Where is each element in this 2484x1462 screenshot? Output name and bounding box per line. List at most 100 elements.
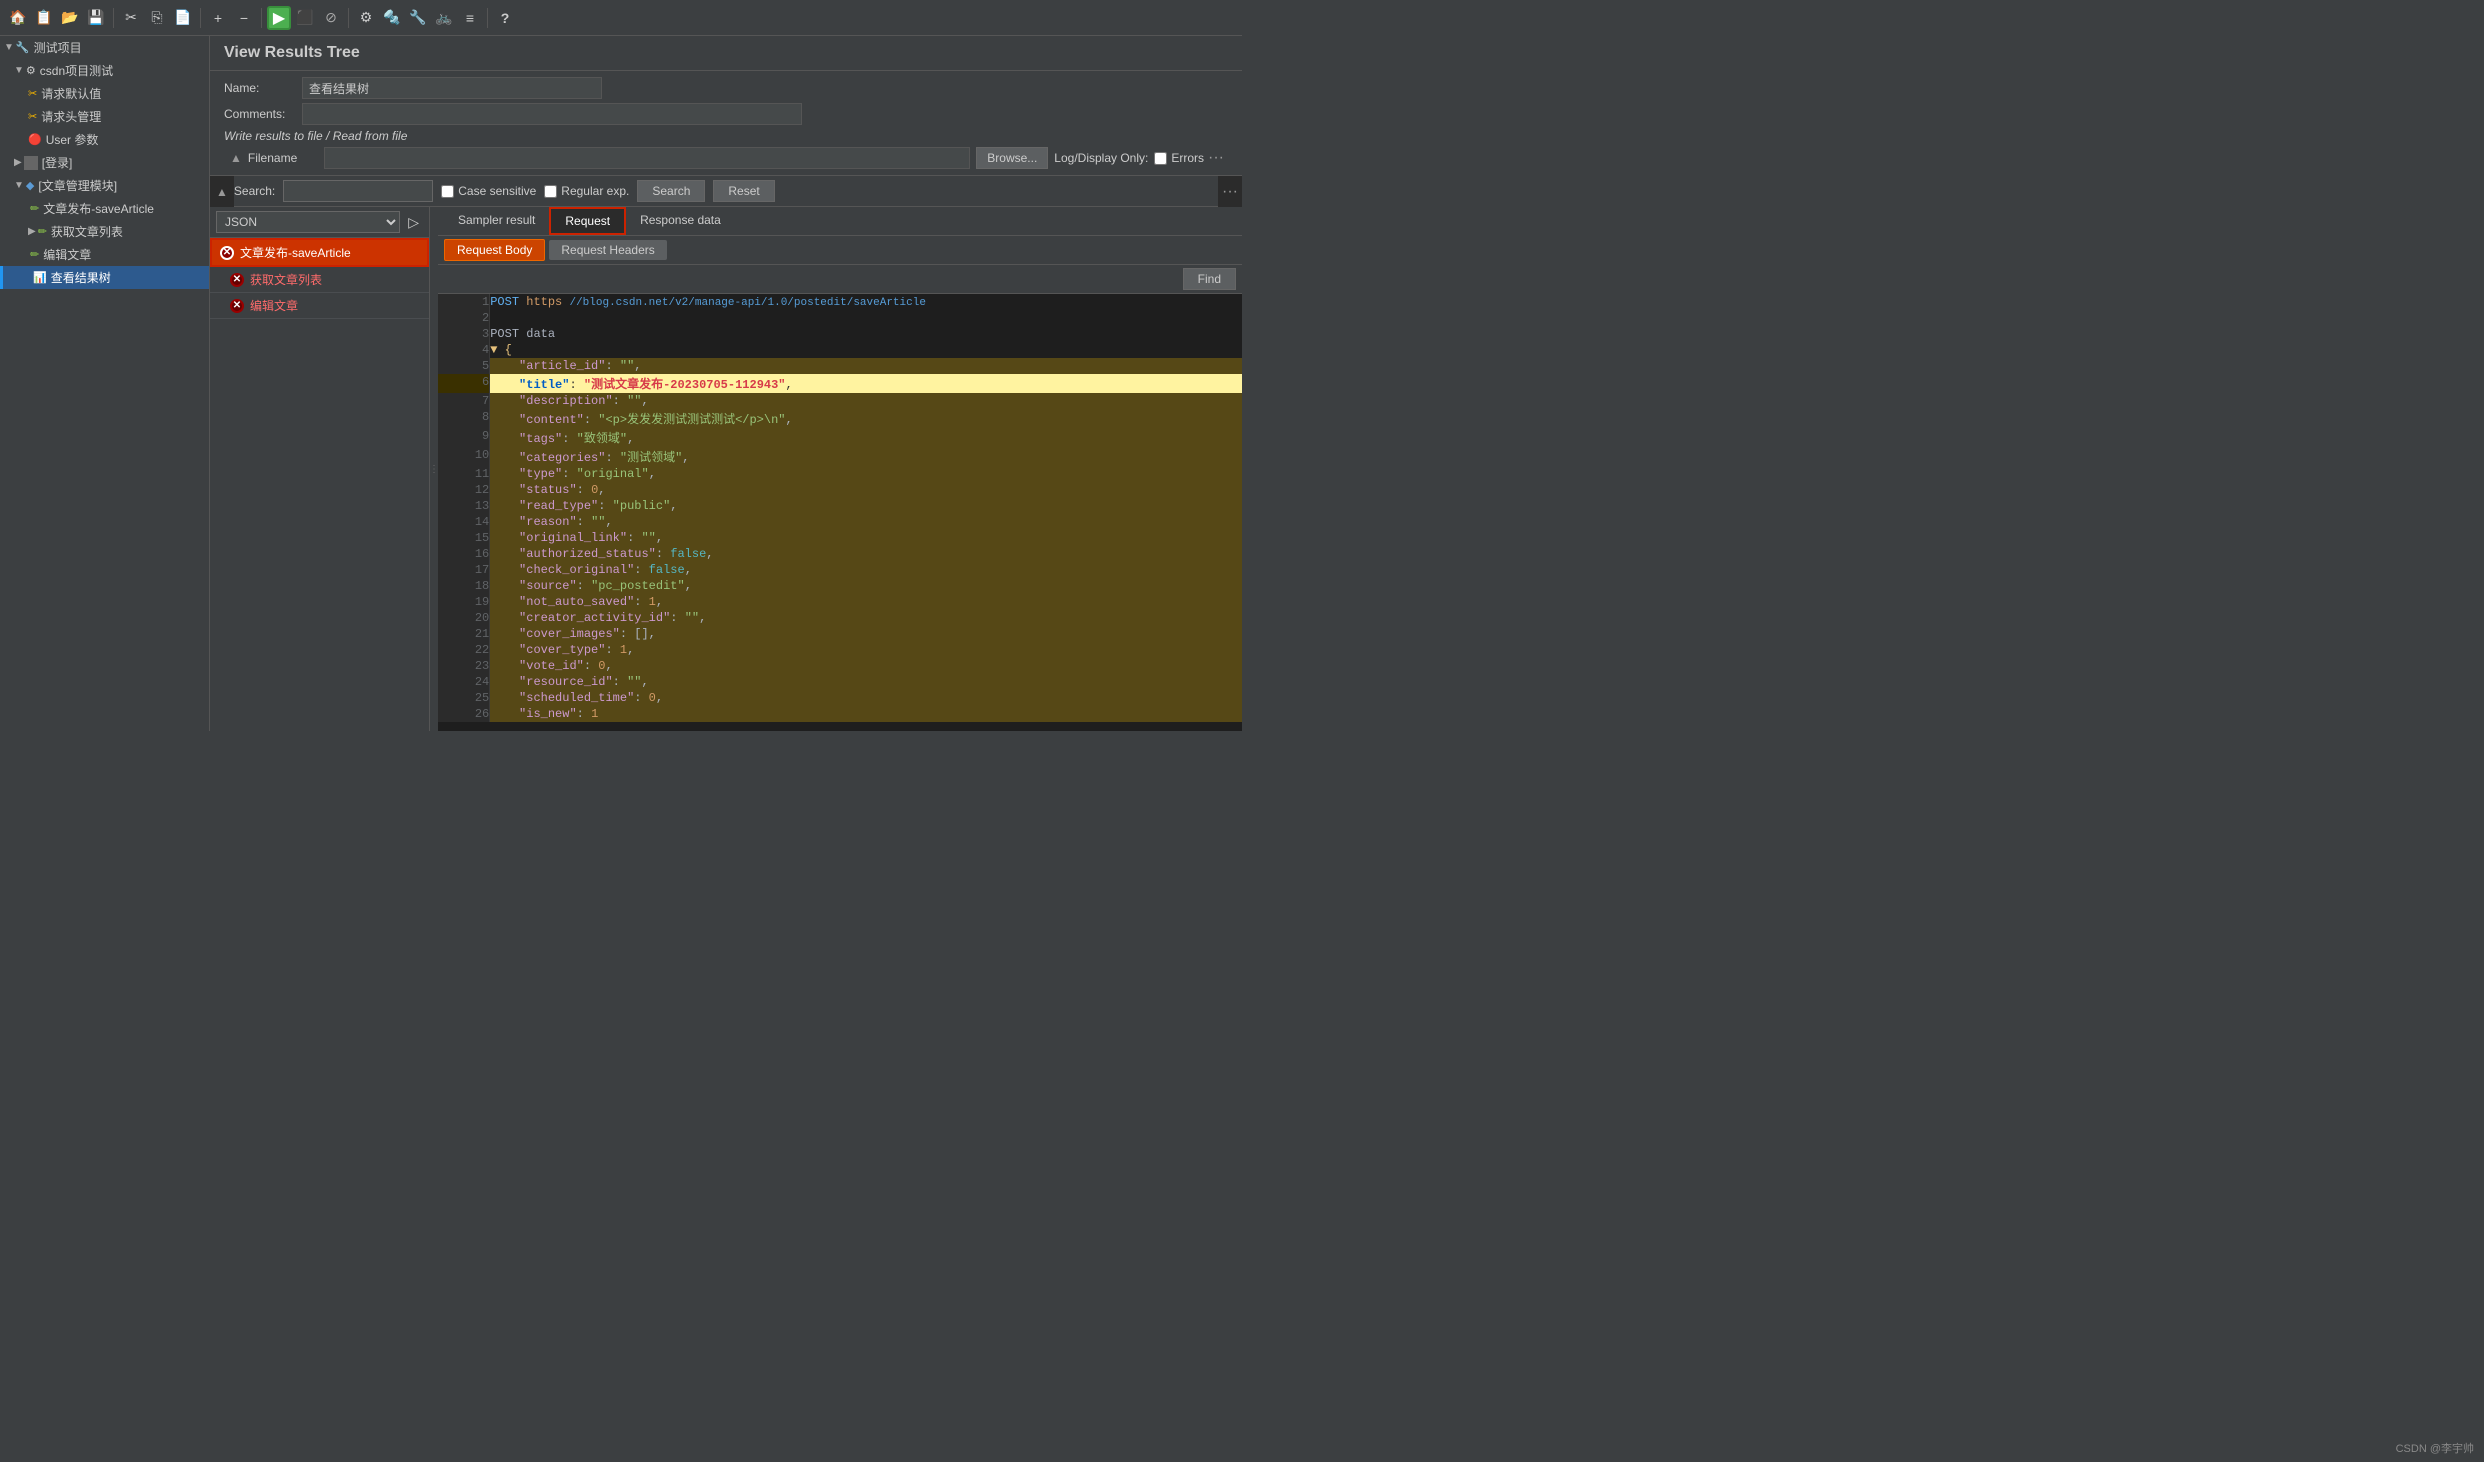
toolbar: 🏠 📋 📂 💾 ✂ ⎘ 📄 + − ▶ ⬛ ⊘ ⚙ 🔩 🔧 🚲 ≡ ? xyxy=(0,0,1242,36)
tab-response-data[interactable]: Response data xyxy=(626,208,735,234)
tree-arrow-get-articles[interactable]: ▶ xyxy=(28,226,36,237)
result-item-save-article[interactable]: ✕ 文章发布-saveArticle xyxy=(210,238,429,267)
table-row: 16 "authorized_status": false, xyxy=(438,546,1242,562)
sub-tab-request-body[interactable]: Request Body xyxy=(444,239,545,261)
tree-item-defaults[interactable]: ✂ 请求默认值 xyxy=(0,82,209,105)
name-row: Name: xyxy=(224,77,1228,99)
table-row: 2 xyxy=(438,310,1242,326)
table-row: 19 "not_auto_saved": 1, xyxy=(438,594,1242,610)
toolbar-add-btn[interactable]: + xyxy=(206,6,230,30)
search-btn[interactable]: Search xyxy=(637,180,705,202)
toolbar-copy-btn[interactable]: ⎘ xyxy=(145,6,169,30)
tab-sampler-result[interactable]: Sampler result xyxy=(444,208,549,234)
tree-icon-csdn: ⚙ xyxy=(26,64,36,77)
toolbar-tools-btn[interactable]: 🔧 xyxy=(406,6,430,30)
toolbar-sep-2 xyxy=(200,8,201,28)
tree-icon-edit-article: ✏ xyxy=(30,248,39,261)
sub-tab-request-headers[interactable]: Request Headers xyxy=(549,240,666,260)
tree-item-edit-article[interactable]: ✏ 编辑文章 xyxy=(0,243,209,266)
tree-icon-article-module: ◆ xyxy=(26,179,34,192)
toolbar-sep-3 xyxy=(261,8,262,28)
table-row: 1 POST https //blog.csdn.net/v2/manage-a… xyxy=(438,294,1242,310)
regular-exp-label[interactable]: Regular exp. xyxy=(544,184,629,198)
tree-item-login[interactable]: ▶ [登录] xyxy=(0,151,209,174)
tree-icon-view-results: 📊 xyxy=(33,271,47,284)
table-row: 3 POST data xyxy=(438,326,1242,342)
tree-item-article-module[interactable]: ▼ ◆ [文章管理模块] xyxy=(0,174,209,197)
toolbar-stop-btn[interactable]: ⬛ xyxy=(293,6,317,30)
toolbar-sep-5 xyxy=(487,8,488,28)
errors-checkbox-label[interactable]: Errors xyxy=(1154,151,1204,165)
table-row: 7 "description": "", xyxy=(438,393,1242,409)
toolbar-templates-btn[interactable]: 📋 xyxy=(32,6,56,30)
toolbar-play-btn[interactable]: ▶ xyxy=(267,6,291,30)
tree-item-view-results[interactable]: 📊 查看结果树 xyxy=(0,266,209,289)
tree-arrow-csdn[interactable]: ▼ xyxy=(14,65,24,76)
tree-arrow-login[interactable]: ▶ xyxy=(14,157,22,168)
collapse-arrow-2[interactable]: ▲ xyxy=(210,183,234,201)
left-panel: ▼ 🔧 测试项目 ▼ ⚙ csdn项目测试 ✂ 请求默认值 ✂ 请求头管理 🔴 … xyxy=(0,36,210,731)
regular-exp-checkbox[interactable] xyxy=(544,185,557,198)
tree-arrow-article[interactable]: ▼ xyxy=(14,180,24,191)
table-row: 8 "content": "<p>发发发测试测试测试</p>\n", xyxy=(438,409,1242,428)
filename-input[interactable] xyxy=(324,147,970,169)
toolbar-cut-btn[interactable]: ✂ xyxy=(119,6,143,30)
expand-btn[interactable]: ▷ xyxy=(404,214,423,231)
filename-row: Filename Browse... Log/Display Only: Err… xyxy=(248,147,1204,169)
code-area[interactable]: 1 POST https //blog.csdn.net/v2/manage-a… xyxy=(438,294,1242,731)
name-input[interactable] xyxy=(302,77,602,99)
table-row: 21 "cover_images": [], xyxy=(438,626,1242,642)
result-label-get-list: 获取文章列表 xyxy=(250,271,322,288)
case-sensitive-checkbox[interactable] xyxy=(441,185,454,198)
result-item-get-list[interactable]: ✕ 获取文章列表 xyxy=(210,267,429,293)
reset-btn[interactable]: Reset xyxy=(713,180,774,202)
code-find-row: Find xyxy=(438,265,1242,294)
toolbar-sep-1 xyxy=(113,8,114,28)
tree-icon-headers: ✂ xyxy=(28,110,37,123)
result-item-edit[interactable]: ✕ 编辑文章 xyxy=(210,293,429,319)
results-list: JSON XML HTML Text ▷ ✕ 文章发布-saveArticle … xyxy=(210,207,430,731)
table-row: 10 "categories": "测试领域", xyxy=(438,447,1242,466)
tree-item-root[interactable]: ▼ 🔧 测试项目 xyxy=(0,36,209,59)
toolbar-new-btn[interactable]: 🏠 xyxy=(6,6,30,30)
browse-btn[interactable]: Browse... xyxy=(976,147,1048,169)
tree-arrow-root[interactable]: ▼ xyxy=(4,42,14,53)
errors-checkbox[interactable] xyxy=(1154,152,1167,165)
toolbar-paste-btn[interactable]: 📄 xyxy=(171,6,195,30)
table-row: 25 "scheduled_time": 0, xyxy=(438,690,1242,706)
toolbar-remove-btn[interactable]: − xyxy=(232,6,256,30)
toolbar-open-btn[interactable]: 📂 xyxy=(58,6,82,30)
three-dots-1[interactable]: ··· xyxy=(1204,149,1228,167)
toolbar-save-btn[interactable]: 💾 xyxy=(84,6,108,30)
search-section: ▲ Search: Case sensitive Regular exp. Se… xyxy=(210,176,1242,207)
search-input[interactable] xyxy=(283,180,433,202)
code-table: 1 POST https //blog.csdn.net/v2/manage-a… xyxy=(438,294,1242,722)
write-results-row: Write results to file / Read from file xyxy=(224,129,1228,143)
three-dots-2[interactable]: ··· xyxy=(1218,183,1242,201)
toolbar-report-btn[interactable]: ≡ xyxy=(458,6,482,30)
tree-item-csdn[interactable]: ▼ ⚙ csdn项目测试 xyxy=(0,59,209,82)
toolbar-plugins-btn[interactable]: 🔩 xyxy=(380,6,404,30)
format-select[interactable]: JSON XML HTML Text xyxy=(216,211,400,233)
collapse-arrow-1[interactable]: ▲ xyxy=(224,149,248,167)
table-row: 9 "tags": "致领域", xyxy=(438,428,1242,447)
find-btn[interactable]: Find xyxy=(1183,268,1236,290)
vertical-handle[interactable]: ⋮ xyxy=(430,207,438,731)
case-sensitive-label[interactable]: Case sensitive xyxy=(441,184,536,198)
tab-request[interactable]: Request xyxy=(549,207,626,235)
table-row: 11 "type": "original", xyxy=(438,466,1242,482)
comments-row: Comments: xyxy=(224,103,1228,125)
tree-item-get-articles[interactable]: ▶ ✏ 获取文章列表 xyxy=(0,220,209,243)
tree-item-save-article[interactable]: ✏ 文章发布-saveArticle xyxy=(0,197,209,220)
toolbar-clear-btn[interactable]: ⊘ xyxy=(319,6,343,30)
toolbar-help-btn[interactable]: ? xyxy=(493,6,517,30)
result-icon-get-list: ✕ xyxy=(230,273,244,287)
tree-icon-user: 🔴 xyxy=(28,133,42,146)
toolbar-settings-btn[interactable]: ⚙ xyxy=(354,6,378,30)
comments-label: Comments: xyxy=(224,107,294,121)
comments-input[interactable] xyxy=(302,103,802,125)
name-label: Name: xyxy=(224,81,294,95)
toolbar-options-btn[interactable]: 🚲 xyxy=(432,6,456,30)
tree-item-headers[interactable]: ✂ 请求头管理 xyxy=(0,105,209,128)
tree-item-user-params[interactable]: 🔴 User 参数 xyxy=(0,128,209,151)
